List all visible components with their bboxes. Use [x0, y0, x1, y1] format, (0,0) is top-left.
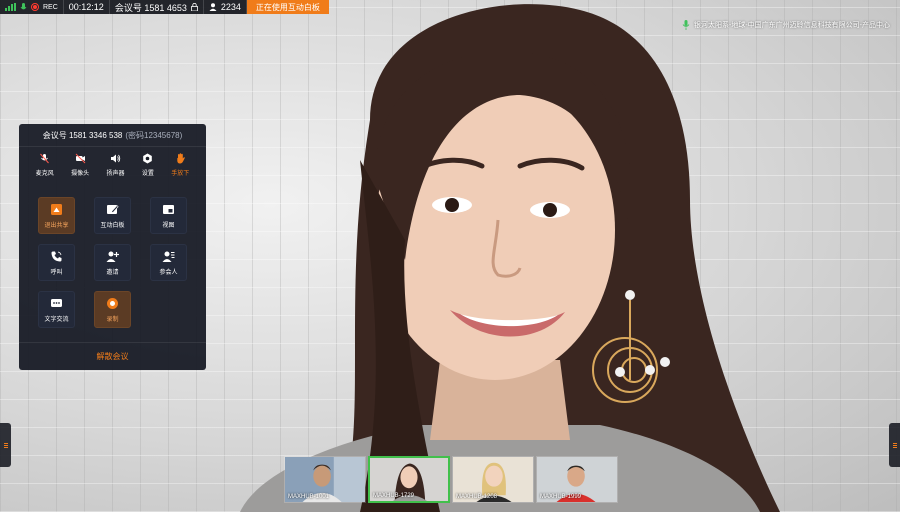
invite-label: 邀请 [106, 269, 119, 276]
panel-meeting-number: 会议号 1581 3346 538 [42, 130, 123, 140]
record-button[interactable]: 录制 [94, 291, 131, 328]
right-panel-toggle[interactable] [889, 423, 900, 467]
lower-hand-label: 手放下 [171, 171, 190, 177]
end-meeting-button[interactable]: 解散会议 [19, 342, 206, 370]
mic-icon [20, 2, 27, 9]
menu-icon [892, 442, 897, 448]
invite-button[interactable]: 邀请 [94, 244, 131, 281]
participant-thumbnail[interactable]: MAXHUB-1001 [284, 456, 366, 503]
whiteboard-label: 互动白板 [100, 222, 125, 229]
speaker-toggle-button[interactable]: 扬声器 [106, 153, 124, 183]
participants-label: 参会人 [159, 269, 178, 276]
participants-button[interactable]: 参会人 [150, 244, 187, 281]
lock-icon [190, 3, 198, 11]
mic-muted-icon [40, 153, 50, 164]
meeting-id: 会议号 1581 4653 [110, 0, 204, 14]
record-status-icon [31, 3, 39, 11]
location-caption-text: 银河太阳系-地球-中国广东广州迈聆信息科技有限公司-产品中心 [694, 22, 890, 29]
person-icon [209, 3, 217, 11]
chat-label: 文字交流 [44, 316, 69, 323]
chat-icon [51, 298, 62, 307]
participant-name: MAXHUB-1999 [540, 494, 582, 500]
status-indicators: REC [0, 0, 64, 14]
mic-toggle-label: 麦克风 [35, 171, 54, 177]
record-label: 录制 [106, 316, 119, 323]
rec-label: REC [43, 3, 58, 11]
exit-share-label: 退出共享 [44, 222, 69, 229]
participant-name: MAXHUB-1001 [288, 494, 330, 500]
panel-meeting-password: (密码12345678) [125, 130, 183, 140]
participant-thumbnail[interactable]: MAXHUB-1208 [452, 456, 534, 503]
speaker-video-person [240, 4, 780, 512]
record-icon [107, 297, 118, 309]
mic-active-icon [682, 20, 690, 30]
camera-toggle-label: 摄像头 [71, 171, 90, 177]
share-exit-icon [51, 203, 62, 215]
participant-thumbnail[interactable]: MAXHUB-1999 [536, 456, 618, 503]
participant-name: MAXHUB-1208 [456, 494, 498, 500]
participant-strip: MAXHUB-1001 MAXHUB-1729 MAXHUB-1208 MAXH… [284, 456, 618, 503]
speaker-toggle-label: 扬声器 [106, 171, 125, 177]
chat-button[interactable]: 文字交流 [38, 291, 75, 328]
camera-off-icon [75, 153, 85, 164]
function-grid: 退出共享 互动白板 视图 呼叫 邀请 参会人 文字交流 录制 [38, 197, 187, 328]
lower-hand-button[interactable]: 手放下 [171, 153, 189, 183]
elapsed-time: 00:12:12 [64, 0, 110, 14]
call-icon [51, 251, 62, 261]
location-caption: 银河太阳系-地球-中国广东广州迈聆信息科技有限公司-产品中心 [682, 20, 890, 30]
whiteboard-icon [107, 204, 119, 214]
exit-share-button[interactable]: 退出共享 [38, 197, 75, 234]
participant-thumbnail-active[interactable]: MAXHUB-1729 [368, 456, 450, 503]
panel-header: 会议号 1581 3346 538 (密码12345678) [19, 124, 206, 147]
participants-icon [162, 251, 175, 262]
camera-toggle-button[interactable]: 摄像头 [71, 153, 89, 183]
menu-icon [3, 442, 8, 448]
left-panel-toggle[interactable] [0, 423, 11, 467]
hand-icon [177, 153, 185, 164]
invite-icon [106, 251, 119, 262]
view-label: 视图 [162, 222, 175, 229]
status-bar: REC 00:12:12 会议号 1581 4653 2234 正在使用互动白板 [0, 0, 329, 14]
quick-actions: 麦克风 摄像头 扬声器 设置 手放下 [19, 147, 206, 183]
settings-button[interactable]: 设置 [142, 153, 154, 183]
call-button[interactable]: 呼叫 [38, 244, 75, 281]
settings-label: 设置 [141, 171, 154, 177]
meeting-id-text: 会议号 1581 4653 [114, 2, 187, 13]
signal-strength-icon [5, 3, 16, 11]
meeting-control-panel: 会议号 1581 3346 538 (密码12345678) 麦克风 摄像头 扬… [19, 124, 206, 370]
speaker-icon [110, 154, 121, 163]
view-icon [163, 204, 174, 214]
call-label: 呼叫 [50, 269, 63, 276]
settings-icon [143, 153, 153, 164]
participant-count[interactable]: 2234 [204, 0, 247, 14]
whiteboard-button[interactable]: 互动白板 [94, 197, 131, 234]
participant-name: MAXHUB-1729 [373, 493, 415, 499]
mic-toggle-button[interactable]: 麦克风 [36, 153, 54, 183]
view-button[interactable]: 视图 [150, 197, 187, 234]
participant-count-value: 2234 [220, 2, 241, 12]
sharing-status-badge[interactable]: 正在使用互动白板 [246, 0, 329, 14]
